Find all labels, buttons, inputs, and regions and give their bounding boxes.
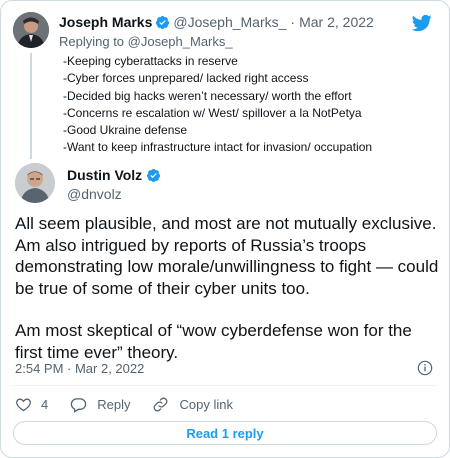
separator-dot: · [290,14,296,30]
tweet-actions: 4 Reply Copy link [15,394,255,414]
twitter-bird-icon[interactable] [411,13,433,33]
verified-badge-icon [156,15,170,29]
quoted-line: -Decided big hacks weren’t necessary/ wo… [63,88,352,103]
thread-connector-line [30,53,32,159]
info-icon[interactable] [417,360,433,376]
replying-to[interactable]: Replying to @Joseph_Marks_ [59,34,233,50]
verified-badge-icon [147,168,161,182]
like-button[interactable]: 4 [15,396,48,413]
quoted-tweet-text: -Keeping cyberattacks in reserve -Cyber … [63,53,372,157]
quoted-line: -Concerns re escalation w/ West/ spillov… [63,105,362,120]
link-icon [154,397,168,411]
reply-button[interactable]: Reply [70,396,130,413]
tweet-author-name[interactable]: Dustin Volz [67,166,142,184]
tweet-author-handle[interactable]: @dnvolz [67,185,122,203]
quoted-author-name[interactable]: Joseph Marks [59,13,152,31]
read-replies-button[interactable]: Read 1 reply [13,421,437,445]
tweet-timestamp[interactable]: 2:54 PM · Mar 2, 2022 [15,361,144,377]
avatar-dustin-volz[interactable] [15,163,55,203]
heart-icon [16,398,31,411]
tweet-author-row: Dustin Volz [67,166,164,184]
embedded-tweet-card: Joseph Marks @Joseph_Marks_ · Mar 2, 202… [0,0,450,458]
tweet-paragraph: Am most skeptical of “wow cyberdefense w… [15,321,412,362]
quoted-author-handle[interactable]: @Joseph_Marks_ [173,13,286,31]
tweet-paragraph: All seem plausible, and most are not mut… [15,214,439,298]
quoted-line: -Want to keep infrastructure intact for … [63,140,373,155]
quoted-date[interactable]: Mar 2, 2022 [299,13,374,31]
reply-bubble-icon [71,397,87,413]
quoted-tweet-header: Joseph Marks @Joseph_Marks_ · Mar 2, 202… [59,13,374,31]
avatar-joseph-marks[interactable] [13,12,49,48]
quoted-line: -Cyber forces unprepared/ lacked right a… [63,71,309,86]
copy-link-button[interactable]: Copy link [152,396,233,413]
divider [13,385,437,386]
like-count: 4 [41,396,49,412]
tweet-body: All seem plausible, and most are not mut… [15,213,440,363]
quoted-line: -Keeping cyberattacks in reserve [63,54,238,68]
quoted-line: -Good Ukraine defense [63,123,188,138]
reply-label: Reply [97,396,131,412]
copy-link-label: Copy link [179,396,233,412]
